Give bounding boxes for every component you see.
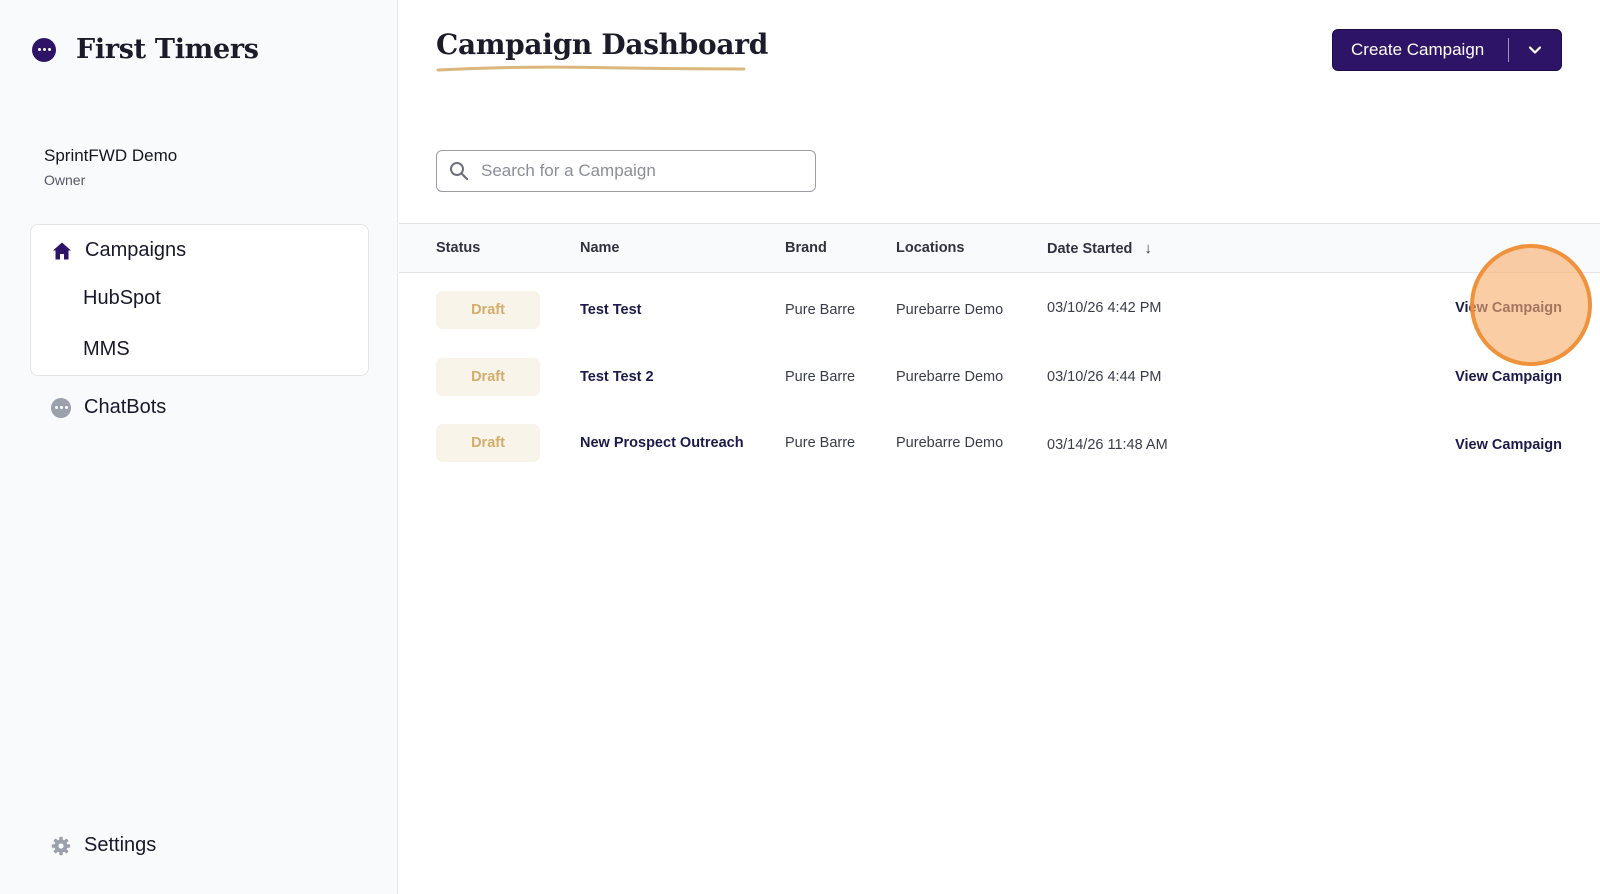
chat-bubble-icon	[50, 397, 72, 419]
account-info: SprintFWD Demo Owner	[44, 146, 177, 188]
campaign-name: Test Test 2	[580, 369, 654, 385]
date-cell: 03/14/26 11:48 AM	[1047, 437, 1168, 453]
search-input[interactable]	[481, 161, 801, 181]
location-cell: Purebarre Demo	[896, 435, 1004, 451]
chevron-down-icon[interactable]	[1509, 45, 1561, 55]
column-header-status[interactable]: Status	[436, 240, 480, 256]
sidebar-item-campaigns[interactable]: Campaigns	[51, 239, 186, 262]
sidebar-item-label: MMS	[83, 338, 130, 360]
sidebar-item-label: ChatBots	[84, 396, 167, 418]
logo-icon	[32, 37, 56, 62]
page-title: Campaign Dashboard	[436, 28, 768, 61]
campaigns-nav-group: Campaigns HubSpot MMS	[30, 224, 369, 376]
search-icon	[449, 160, 471, 182]
column-header-label: Date Started	[1047, 240, 1133, 257]
campaign-name: Test Test	[580, 302, 642, 318]
title-underline	[436, 65, 746, 72]
brand-cell: Pure Barre	[785, 435, 856, 451]
sidebar-item-label: HubSpot	[83, 287, 161, 309]
brand-cell: Pure Barre	[785, 369, 856, 385]
status-badge: Draft	[436, 424, 540, 462]
campaign-name: New Prospect Outreach	[580, 435, 744, 451]
sidebar-item-settings[interactable]: Settings	[50, 834, 156, 857]
table-row: Draft New Prospect Outreach Pure Barre P…	[399, 424, 1600, 490]
status-badge: Draft	[436, 291, 540, 329]
sidebar-item-label: Settings	[84, 834, 157, 856]
view-campaign-link[interactable]: View Campaign	[1455, 369, 1562, 385]
column-header-locations[interactable]: Locations	[896, 240, 964, 256]
sort-arrow-icon: ↓	[1144, 240, 1152, 257]
view-campaign-link[interactable]: View Campaign	[1455, 437, 1562, 453]
create-campaign-label[interactable]: Create Campaign	[1333, 40, 1508, 60]
sidebar-item-chatbots[interactable]: ChatBots	[50, 396, 166, 419]
table-row: Draft Test Test 2 Pure Barre Purebarre D…	[399, 358, 1600, 424]
column-header-date-started[interactable]: Date Started ↓	[1047, 240, 1152, 257]
date-cell: 03/10/26 4:44 PM	[1047, 369, 1162, 385]
search-box	[436, 150, 816, 192]
brand-cell: Pure Barre	[785, 302, 856, 318]
home-icon	[51, 240, 73, 262]
location-cell: Purebarre Demo	[896, 302, 1004, 318]
column-header-brand[interactable]: Brand	[785, 240, 827, 256]
column-header-name[interactable]: Name	[580, 240, 620, 256]
account-role: Owner	[44, 172, 86, 188]
create-campaign-button[interactable]: Create Campaign	[1332, 29, 1562, 71]
gear-icon	[50, 835, 72, 857]
sidebar-item-label: Campaigns	[85, 239, 187, 261]
sidebar-item-mms[interactable]: MMS	[83, 338, 130, 361]
brand-name: First Timers	[76, 34, 259, 65]
table-row: Draft Test Test Pure Barre Purebarre Dem…	[399, 291, 1600, 357]
status-badge: Draft	[436, 358, 540, 396]
date-cell: 03/10/26 4:42 PM	[1047, 300, 1162, 316]
location-cell: Purebarre Demo	[896, 369, 1004, 385]
account-name: SprintFWD Demo	[44, 146, 178, 165]
sidebar-item-hubspot[interactable]: HubSpot	[83, 287, 161, 310]
brand[interactable]: First Timers	[32, 34, 259, 65]
sidebar: First Timers SprintFWD Demo Owner Campai…	[0, 0, 398, 894]
view-campaign-link[interactable]: View Campaign	[1455, 300, 1562, 316]
table-header: Status Name Brand Locations Date Started…	[399, 223, 1600, 273]
